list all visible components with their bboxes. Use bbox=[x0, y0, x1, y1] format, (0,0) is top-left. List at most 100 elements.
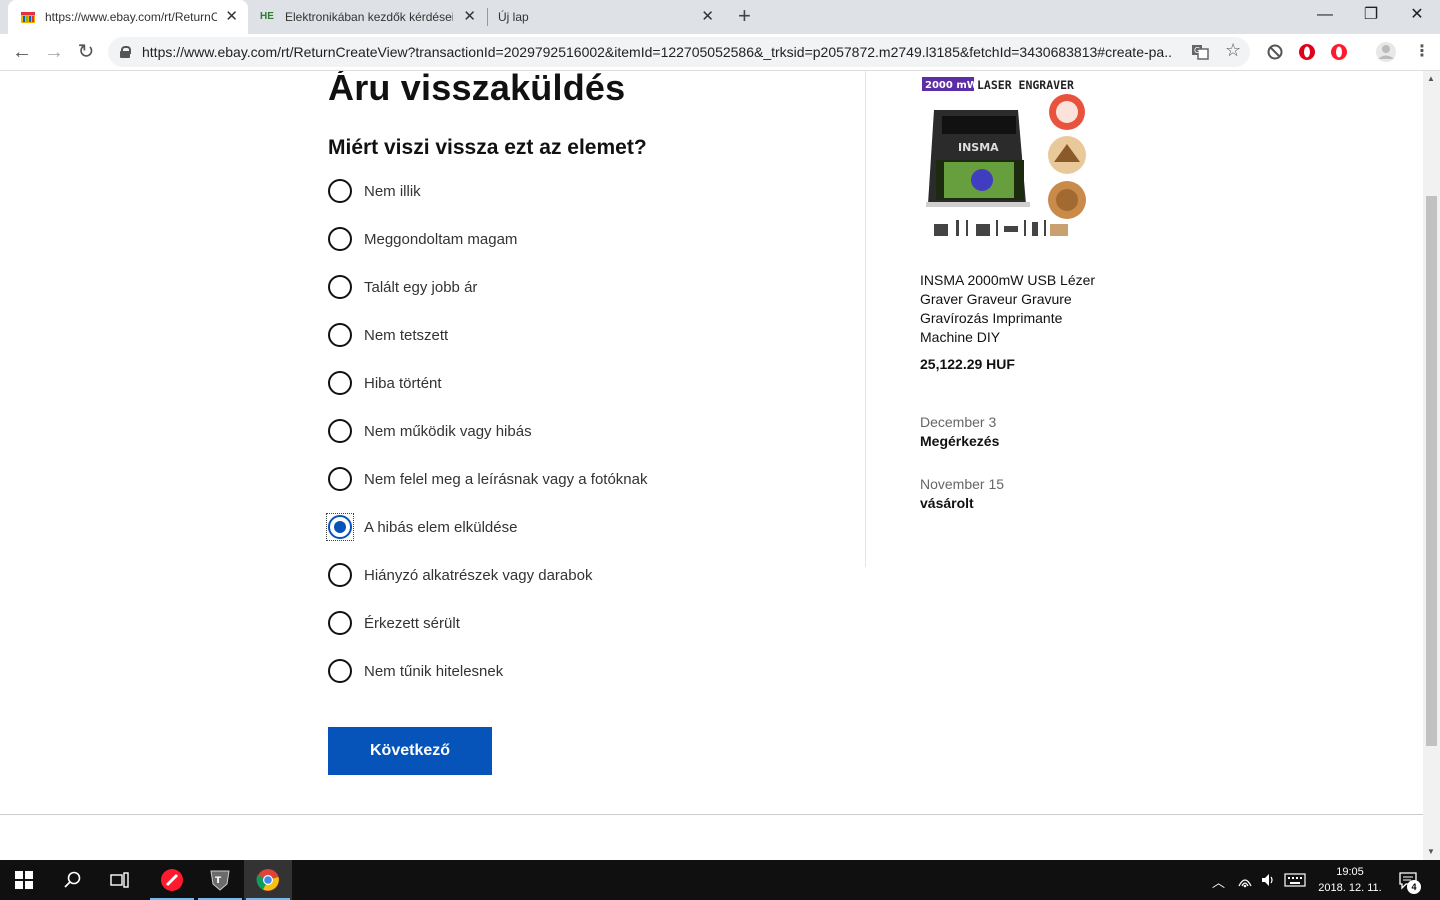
world-of-tanks-icon[interactable]: T bbox=[196, 860, 244, 900]
reload-icon[interactable]: ↻ bbox=[74, 40, 98, 64]
start-icon[interactable] bbox=[0, 860, 48, 900]
radio-button-checked[interactable] bbox=[328, 515, 352, 539]
tab-title: Új lap bbox=[498, 10, 529, 24]
reason-option-selected[interactable]: A hibás elem elküldése bbox=[326, 513, 517, 541]
reason-option[interactable]: Nem illik bbox=[328, 177, 421, 205]
clock-date: 2018. 12. 11. bbox=[1318, 882, 1382, 894]
forward-icon[interactable]: → bbox=[42, 40, 66, 64]
translate-icon[interactable]: G bbox=[1191, 43, 1209, 61]
reason-option[interactable]: Hiányzó alkatrészek vagy darabok bbox=[328, 561, 592, 589]
restore-button[interactable]: ❐ bbox=[1348, 4, 1394, 26]
page-title: Áru visszaküldés bbox=[328, 71, 626, 108]
radio-button[interactable] bbox=[328, 659, 352, 683]
tab-strip: https://www.ebay.com/rt/ReturnC ✕ HE Ele… bbox=[0, 0, 1440, 34]
radio-button[interactable] bbox=[328, 467, 352, 491]
ebay-favicon bbox=[21, 12, 35, 23]
show-hidden-icons-icon[interactable]: ︿ bbox=[1212, 872, 1225, 891]
he-favicon: HE bbox=[260, 11, 274, 22]
purchased-date: November 15 bbox=[920, 476, 1005, 492]
column-divider bbox=[865, 71, 866, 567]
page-content: Áru visszaküldés Miért viszi vissza ezt … bbox=[0, 71, 1423, 860]
delivered-date: December 3 bbox=[920, 414, 997, 430]
radio-button[interactable] bbox=[328, 371, 352, 395]
clock-time: 19:05 bbox=[1336, 866, 1364, 878]
reason-label[interactable]: Nem felel meg a leírásnak vagy a fotókna… bbox=[364, 471, 647, 488]
product-price: 25,122.29 HUF bbox=[920, 356, 1015, 372]
reason-label[interactable]: Hiba történt bbox=[364, 375, 442, 392]
browser-toolbar: ← → ↻ https://www.ebay.com/rt/ReturnCrea… bbox=[0, 34, 1440, 71]
banner-text: LASER ENGRAVER bbox=[977, 78, 1074, 92]
reason-label[interactable]: Talált egy jobb ár bbox=[364, 279, 477, 296]
page-scrollbar[interactable]: ▲ ▼ bbox=[1423, 71, 1440, 860]
tab-new[interactable]: Új lap ✕ bbox=[488, 0, 724, 34]
reason-label[interactable]: Hiányzó alkatrészek vagy darabok bbox=[364, 567, 592, 584]
reason-label[interactable]: Nem illik bbox=[364, 183, 421, 200]
reason-label[interactable]: A hibás elem elküldése bbox=[364, 519, 517, 536]
menu-icon[interactable]: ⋮ bbox=[1414, 41, 1430, 61]
opera-icon[interactable] bbox=[1298, 43, 1316, 61]
notification-count-badge: 4 bbox=[1407, 880, 1421, 894]
reason-option[interactable]: Nem működik vagy hibás bbox=[328, 417, 532, 445]
windows-taskbar: T ︿ 19:05 2018. 12. 11. 4 bbox=[0, 860, 1440, 900]
footer-divider bbox=[0, 814, 1423, 815]
svg-text:G: G bbox=[1194, 46, 1200, 55]
tab-ebay-return[interactable]: https://www.ebay.com/rt/ReturnC ✕ bbox=[8, 0, 248, 34]
profile-icon[interactable] bbox=[1375, 41, 1397, 63]
reason-label[interactable]: Meggondoltam magam bbox=[364, 231, 517, 248]
back-icon[interactable]: ← bbox=[10, 40, 34, 64]
radio-button[interactable] bbox=[328, 563, 352, 587]
keyboard-icon[interactable] bbox=[1284, 872, 1306, 888]
device-label: INSMA bbox=[958, 141, 999, 154]
scrollbar-thumb[interactable] bbox=[1426, 196, 1437, 746]
block-icon[interactable] bbox=[1266, 43, 1284, 61]
chrome-icon[interactable] bbox=[244, 860, 292, 900]
banner-badge-text: 2000 mW bbox=[925, 80, 978, 91]
opera-app-icon[interactable] bbox=[148, 860, 196, 900]
system-clock[interactable]: 19:05 2018. 12. 11. bbox=[1310, 864, 1390, 896]
reason-option[interactable]: Talált egy jobb ár bbox=[328, 273, 477, 301]
scroll-down-arrow-icon[interactable]: ▼ bbox=[1427, 847, 1435, 856]
close-window-button[interactable]: ✕ bbox=[1394, 4, 1440, 26]
reason-option[interactable]: Meggondoltam magam bbox=[328, 225, 517, 253]
svg-text:T: T bbox=[215, 876, 222, 886]
search-icon[interactable] bbox=[48, 860, 96, 900]
reason-label[interactable]: Nem működik vagy hibás bbox=[364, 423, 532, 440]
reason-option[interactable]: Hiba történt bbox=[328, 369, 442, 397]
delivered-label: Megérkezés bbox=[920, 433, 1000, 449]
tab-title: Elektronikában kezdők kérdései - bbox=[285, 10, 453, 24]
radio-button[interactable] bbox=[328, 227, 352, 251]
opera-red-icon[interactable] bbox=[1330, 43, 1348, 61]
product-image[interactable]: 2000 mW LASER ENGRAVER INSMA bbox=[920, 74, 1092, 244]
lock-icon[interactable] bbox=[120, 46, 131, 58]
tab-title: https://www.ebay.com/rt/ReturnC bbox=[45, 10, 217, 24]
radio-button[interactable] bbox=[328, 323, 352, 347]
reason-option[interactable]: Nem tűnik hitelesnek bbox=[328, 657, 503, 685]
return-reason-question: Miért viszi vissza ezt az elemet? bbox=[328, 136, 647, 159]
close-tab-icon[interactable]: ✕ bbox=[463, 9, 476, 25]
wifi-icon[interactable] bbox=[1237, 872, 1253, 888]
tab-elektronika[interactable]: HE Elektronikában kezdők kérdései - ✕ bbox=[250, 0, 486, 34]
reason-option[interactable]: Nem tetszett bbox=[328, 321, 448, 349]
url-text[interactable]: https://www.ebay.com/rt/ReturnCreateView… bbox=[142, 44, 1172, 60]
reason-label[interactable]: Érkezett sérült bbox=[364, 615, 460, 632]
reason-option[interactable]: Érkezett sérült bbox=[328, 609, 460, 637]
scroll-up-arrow-icon[interactable]: ▲ bbox=[1427, 74, 1435, 83]
next-button[interactable]: Következő bbox=[328, 727, 492, 775]
product-title[interactable]: INSMA 2000mW USB Lézer Graver Graveur Gr… bbox=[920, 271, 1110, 347]
reason-label[interactable]: Nem tetszett bbox=[364, 327, 448, 344]
radio-button[interactable] bbox=[328, 179, 352, 203]
new-tab-button[interactable]: + bbox=[738, 5, 751, 27]
close-tab-icon[interactable]: ✕ bbox=[225, 9, 238, 25]
close-tab-icon[interactable]: ✕ bbox=[701, 9, 714, 25]
star-icon[interactable]: ☆ bbox=[1225, 40, 1241, 61]
radio-button[interactable] bbox=[328, 419, 352, 443]
address-bar[interactable]: https://www.ebay.com/rt/ReturnCreateView… bbox=[108, 37, 1250, 67]
reason-label[interactable]: Nem tűnik hitelesnek bbox=[364, 663, 503, 680]
task-view-icon[interactable] bbox=[96, 860, 144, 900]
minimize-button[interactable]: — bbox=[1302, 4, 1348, 26]
purchased-label: vásárolt bbox=[920, 495, 974, 511]
radio-button[interactable] bbox=[328, 275, 352, 299]
volume-icon[interactable] bbox=[1260, 872, 1276, 888]
reason-option[interactable]: Nem felel meg a leírásnak vagy a fotókna… bbox=[328, 465, 647, 493]
radio-button[interactable] bbox=[328, 611, 352, 635]
